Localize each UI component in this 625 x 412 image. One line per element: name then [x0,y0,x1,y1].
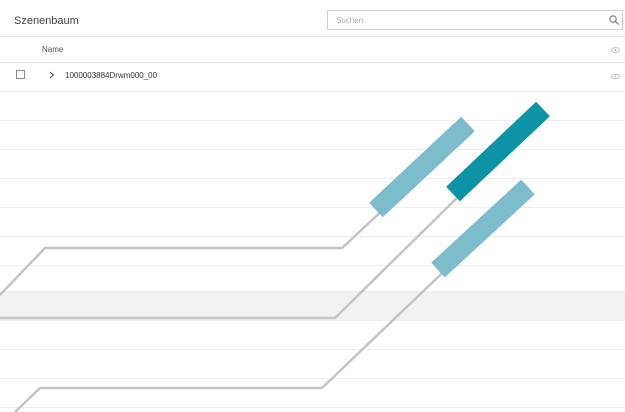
empty-row [0,350,625,379]
empty-row [0,237,625,266]
panel-header: Szenenbaum [0,8,625,37]
empty-row [0,208,625,237]
empty-row-highlighted [0,292,625,321]
empty-row [0,121,625,150]
empty-row [0,321,625,350]
empty-row [0,150,625,179]
empty-row [0,179,625,208]
column-header-name[interactable]: Name [42,45,63,54]
eye-icon[interactable] [611,73,620,80]
empty-row [0,263,625,292]
search-icon[interactable] [608,14,620,26]
column-header-row: Name [0,38,625,63]
search-box[interactable] [327,10,623,30]
eye-icon[interactable] [611,46,620,54]
row-checkbox[interactable] [16,70,25,79]
chevron-right-icon[interactable] [49,71,55,79]
empty-row [0,92,625,121]
empty-row [0,379,625,408]
scene-tree-panel: Szenenbaum Name 1000003884Drwm000_00 [0,0,625,412]
search-input[interactable] [328,11,614,29]
tree-node-label[interactable]: 1000003884Drwm000_00 [65,71,157,80]
panel-title: Szenenbaum [14,15,79,27]
